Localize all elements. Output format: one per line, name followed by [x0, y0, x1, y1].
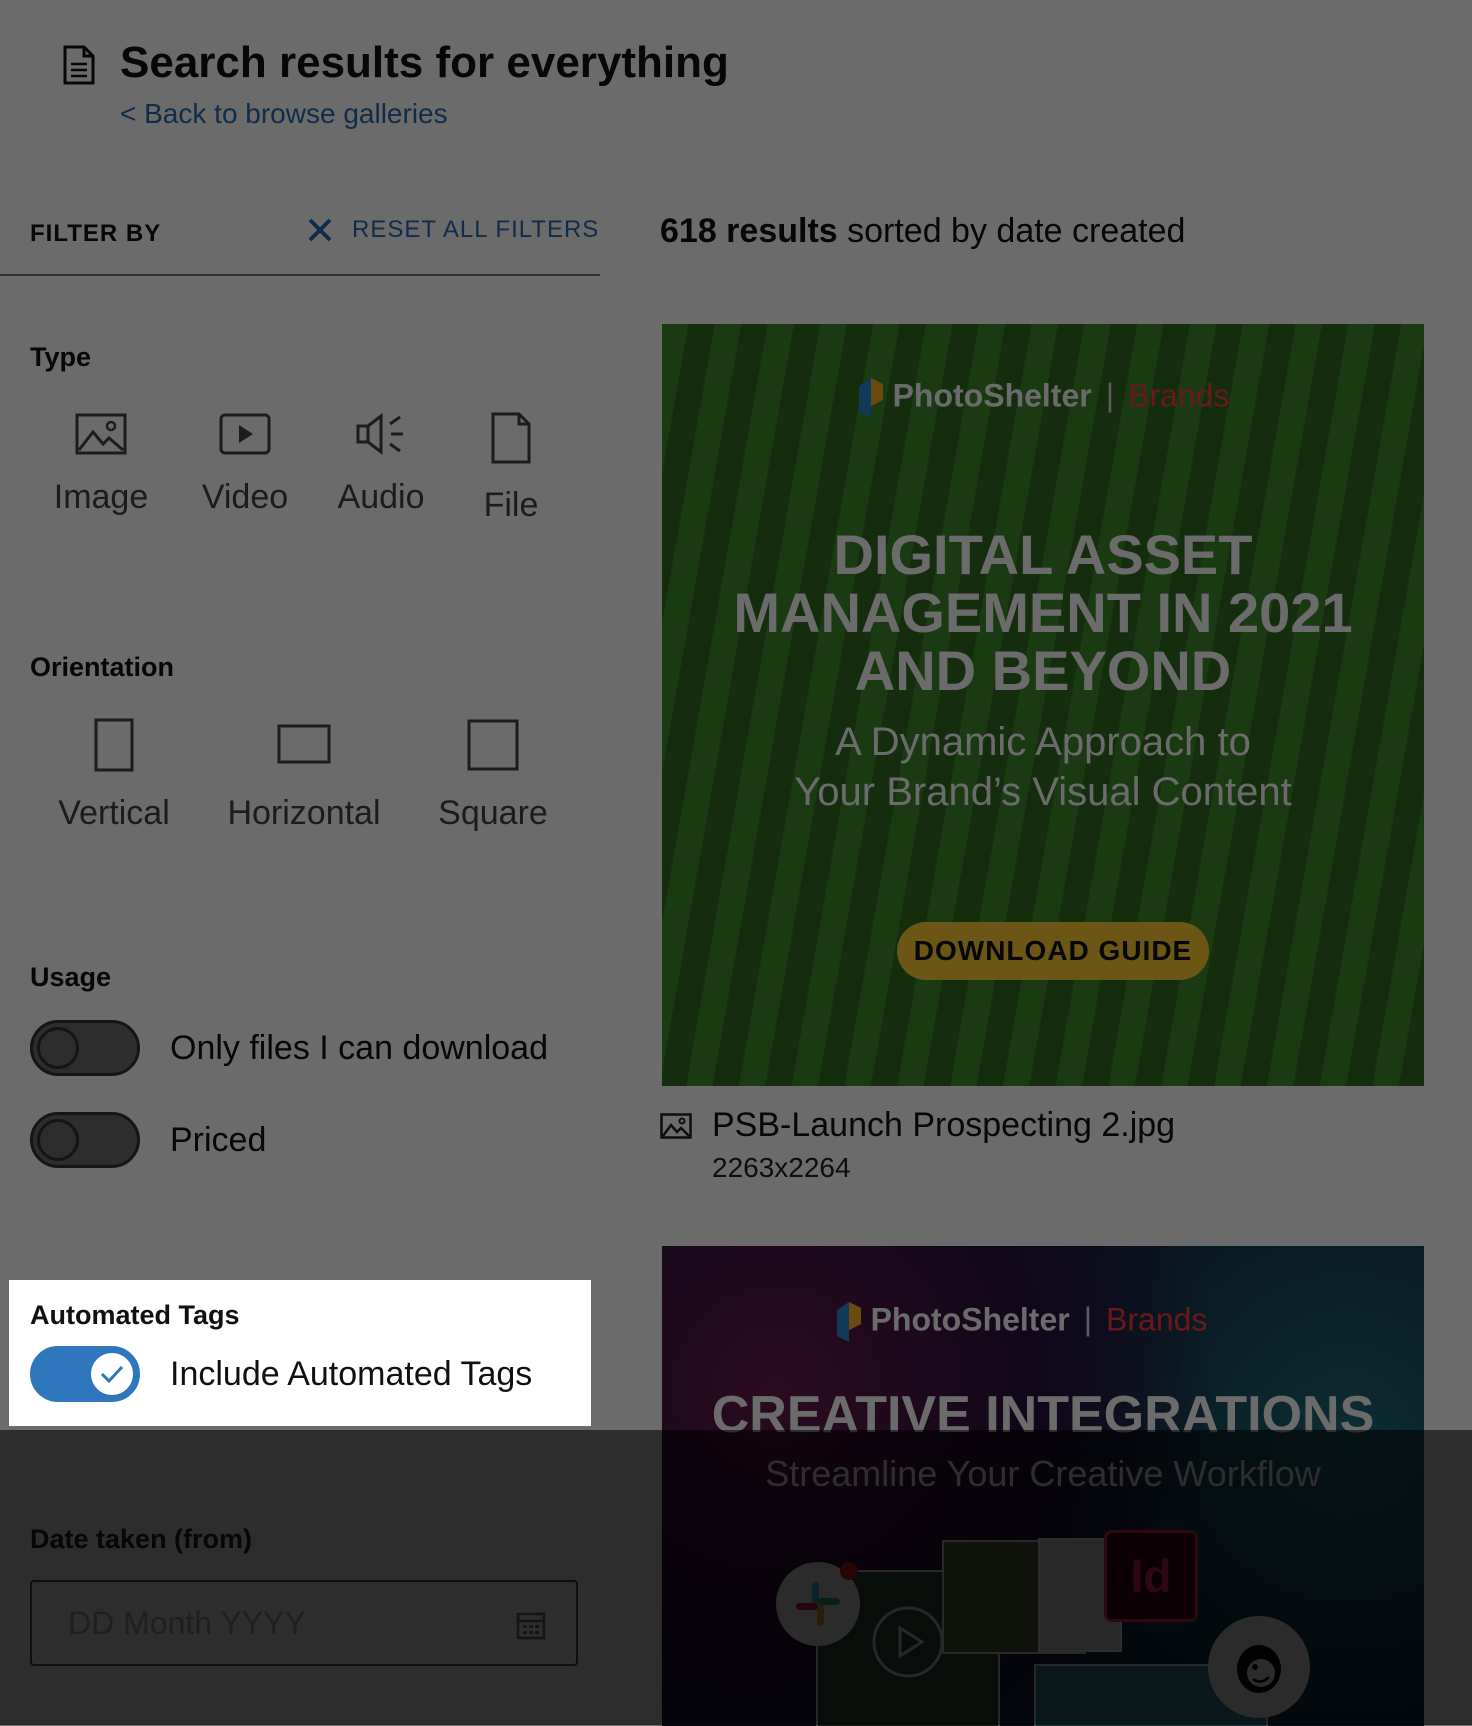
toggle-knob [37, 1027, 79, 1069]
notification-dot [840, 1562, 858, 1580]
indesign-badge: Id [1104, 1530, 1198, 1622]
type-option-label: Audio [337, 478, 425, 516]
result-file-dimensions: 2263x2264 [712, 1152, 851, 1183]
calendar-icon[interactable] [516, 1610, 546, 1640]
brand-sub: Brands [1106, 1301, 1208, 1338]
results-summary: 618 results sorted by date created [660, 212, 1185, 251]
vertical-rect-icon [94, 718, 134, 772]
usage-section-label: Usage [30, 962, 112, 992]
download-toggle[interactable] [30, 1020, 140, 1076]
ad-headline-line: AND BEYOND [854, 639, 1232, 702]
toggle-knob [37, 1119, 79, 1161]
brand-separator: | [1105, 377, 1115, 414]
orientation-option-square[interactable]: Square [422, 718, 564, 833]
orientation-option-horizontal[interactable]: Horizontal [218, 718, 390, 833]
result-file-name[interactable]: PSB-Launch Prospecting 2.jpg [712, 1106, 1175, 1145]
orientation-option-label: Horizontal [227, 794, 381, 832]
square-icon [467, 719, 519, 771]
checkmark-icon [100, 1365, 124, 1384]
ad-headline-line: DIGITAL ASSET [833, 523, 1253, 586]
ad-headline: CREATIVE INTEGRATIONS [711, 1386, 1375, 1444]
document-icon [63, 45, 95, 85]
automated-tags-toggle-label: Include Automated Tags [170, 1354, 533, 1393]
ad-subline: Streamline Your Creative Workflow [765, 1453, 1321, 1494]
result-thumbnail[interactable]: PhotoShelter | Brands CREATIVE INTEGRATION… [662, 1246, 1424, 1726]
image-icon [660, 1112, 692, 1139]
brand-name: PhotoShelter [870, 1301, 1070, 1338]
mailchimp-icon [1208, 1616, 1310, 1718]
photoshelter-logo-icon [858, 378, 883, 418]
download-toggle-label: Only files I can download [170, 1028, 548, 1067]
download-toggle-row: Only files I can download [30, 1020, 548, 1076]
result-thumbnail[interactable]: PhotoShelter | Brands DIGITAL ASSET MANAGE… [662, 324, 1424, 1086]
file-icon [491, 412, 531, 464]
results-count: 618 results [660, 212, 838, 250]
slack-logo-icon [796, 1582, 840, 1626]
orientation-option-vertical[interactable]: Vertical [44, 718, 184, 833]
automated-tags-toggle-row: Include Automated Tags [30, 1346, 532, 1402]
type-option-video[interactable]: Video [190, 412, 300, 517]
type-option-image[interactable]: Image [46, 412, 156, 517]
type-section-label: Type [30, 342, 92, 372]
toggle-knob [91, 1353, 133, 1395]
type-option-label: Image [53, 478, 149, 516]
type-option-audio[interactable]: Audio [326, 412, 436, 517]
video-icon [219, 413, 271, 455]
reset-all-filters-label: RESET ALL FILTERS [352, 216, 600, 243]
ad-headline-line: MANAGEMENT IN 2021 [733, 581, 1353, 644]
priced-toggle-label: Priced [170, 1120, 267, 1159]
page-title: Search results for everything [120, 38, 729, 87]
priced-toggle-row: Priced [30, 1112, 266, 1168]
slack-icon [776, 1562, 860, 1646]
automated-tags-section: Automated Tags Include Automated Tags [9, 1280, 591, 1426]
download-guide-button[interactable]: DOWNLOAD GUIDE [897, 922, 1209, 980]
orientation-option-label: Square [438, 794, 548, 832]
photoshelter-logo-icon [836, 1302, 861, 1342]
type-option-label: File [483, 486, 539, 524]
ad-subline-line: A Dynamic Approach to [835, 720, 1251, 764]
date-from-input[interactable] [66, 1604, 490, 1643]
horizontal-rect-icon [277, 724, 331, 764]
audio-icon [356, 412, 403, 456]
orientation-section-label: Orientation [30, 652, 175, 682]
ad-subline-line: Your Brand’s Visual Content [794, 770, 1292, 814]
play-icon [872, 1606, 944, 1678]
automated-tags-toggle[interactable] [30, 1346, 140, 1402]
back-to-galleries-link[interactable]: < Back to browse galleries [120, 98, 448, 130]
filter-divider [0, 274, 600, 276]
result-file-row[interactable]: PSB-Launch Prospecting 2.jpg [660, 1106, 1175, 1145]
type-option-label: Video [201, 478, 289, 516]
reset-all-filters-button[interactable]: RESET ALL FILTERS [306, 216, 599, 244]
automated-tags-label: Automated Tags [30, 1300, 240, 1330]
brand-separator: | [1083, 1301, 1093, 1338]
date-from-label: Date taken (from) [30, 1524, 253, 1554]
brand-sub: Brands [1128, 377, 1230, 414]
filter-by-heading: FILTER BY [30, 220, 162, 247]
date-from-field[interactable] [30, 1580, 578, 1666]
brand-name: PhotoShelter [892, 377, 1092, 414]
brand-logo: PhotoShelter | Brands [662, 376, 1424, 420]
brand-logo: PhotoShelter | Brands [662, 1300, 1402, 1344]
type-option-file[interactable]: File [456, 412, 566, 525]
image-icon [75, 413, 127, 455]
results-sort-text: sorted by date created [837, 212, 1186, 250]
mailchimp-logo-icon [1237, 1645, 1281, 1693]
priced-toggle[interactable] [30, 1112, 140, 1168]
close-icon [308, 218, 332, 242]
orientation-option-label: Vertical [58, 794, 170, 832]
